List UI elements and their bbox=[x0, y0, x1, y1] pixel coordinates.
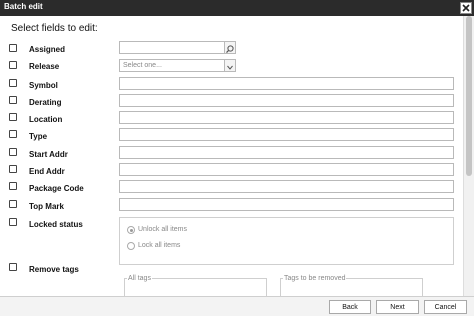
location-input[interactable] bbox=[119, 111, 454, 124]
type-input[interactable] bbox=[119, 128, 454, 141]
package-code-input[interactable] bbox=[119, 180, 454, 193]
tags-to-remove-label: Tags to be removed bbox=[283, 275, 347, 282]
top-mark-input[interactable] bbox=[119, 198, 454, 211]
derating-label: Derating bbox=[29, 98, 62, 107]
chevron-down-icon bbox=[227, 65, 233, 70]
release-checkbox[interactable] bbox=[9, 61, 17, 69]
type-checkbox[interactable] bbox=[9, 130, 17, 138]
lock-all-radio[interactable] bbox=[127, 242, 135, 250]
end-addr-label: End Addr bbox=[29, 167, 65, 176]
vertical-scrollbar[interactable] bbox=[463, 16, 474, 296]
scrollbar-thumb[interactable] bbox=[466, 16, 472, 176]
remove-tags-checkbox[interactable] bbox=[9, 263, 17, 271]
location-checkbox[interactable] bbox=[9, 113, 17, 121]
top-mark-checkbox[interactable] bbox=[9, 200, 17, 208]
package-code-label: Package Code bbox=[29, 184, 84, 193]
release-label: Release bbox=[29, 62, 60, 71]
start-addr-input[interactable] bbox=[119, 146, 454, 159]
remove-tags-label: Remove tags bbox=[29, 265, 79, 274]
derating-input[interactable] bbox=[119, 94, 454, 107]
release-dropdown-button[interactable] bbox=[224, 59, 236, 72]
unlock-all-label: Unlock all items bbox=[138, 226, 188, 233]
locked-status-group: Unlock all items Lock all items bbox=[119, 217, 454, 265]
derating-checkbox[interactable] bbox=[9, 96, 17, 104]
symbol-checkbox[interactable] bbox=[9, 79, 17, 87]
location-label: Location bbox=[29, 115, 63, 124]
tags-to-remove-list[interactable]: Tags to be removed bbox=[280, 275, 423, 296]
dialog-footer: Back Next Cancel bbox=[0, 296, 474, 316]
symbol-input[interactable] bbox=[119, 77, 454, 90]
all-tags-list[interactable]: All tags bbox=[124, 275, 267, 296]
unlock-all-radio[interactable] bbox=[127, 226, 135, 234]
symbol-label: Symbol bbox=[29, 81, 58, 90]
assigned-input[interactable] bbox=[119, 41, 236, 54]
start-addr-checkbox[interactable] bbox=[9, 148, 17, 156]
lock-all-label: Lock all items bbox=[138, 242, 181, 249]
end-addr-checkbox[interactable] bbox=[9, 165, 17, 173]
close-icon bbox=[462, 4, 470, 12]
close-button[interactable] bbox=[460, 2, 472, 14]
assigned-label: Assigned bbox=[29, 45, 66, 54]
end-addr-input[interactable] bbox=[119, 163, 454, 176]
search-icon bbox=[226, 45, 234, 54]
assigned-search-button[interactable] bbox=[224, 41, 236, 54]
dialog-content: Select fields to edit: Assigned Release … bbox=[0, 16, 463, 296]
title-bar: Batch edit bbox=[0, 0, 474, 16]
locked-status-label: Locked status bbox=[29, 220, 83, 229]
dialog-title: Batch edit bbox=[4, 2, 43, 11]
type-label: Type bbox=[29, 132, 48, 141]
all-tags-label: All tags bbox=[127, 275, 152, 282]
back-button[interactable]: Back bbox=[329, 300, 371, 314]
assigned-checkbox[interactable] bbox=[9, 44, 17, 52]
top-mark-label: Top Mark bbox=[29, 202, 64, 211]
cancel-button[interactable]: Cancel bbox=[424, 300, 467, 314]
start-addr-label: Start Addr bbox=[29, 150, 68, 159]
dialog-heading: Select fields to edit: bbox=[11, 23, 98, 34]
release-select[interactable]: Select one... bbox=[119, 59, 236, 72]
next-button[interactable]: Next bbox=[376, 300, 419, 314]
locked-status-checkbox[interactable] bbox=[9, 218, 17, 226]
package-code-checkbox[interactable] bbox=[9, 182, 17, 190]
